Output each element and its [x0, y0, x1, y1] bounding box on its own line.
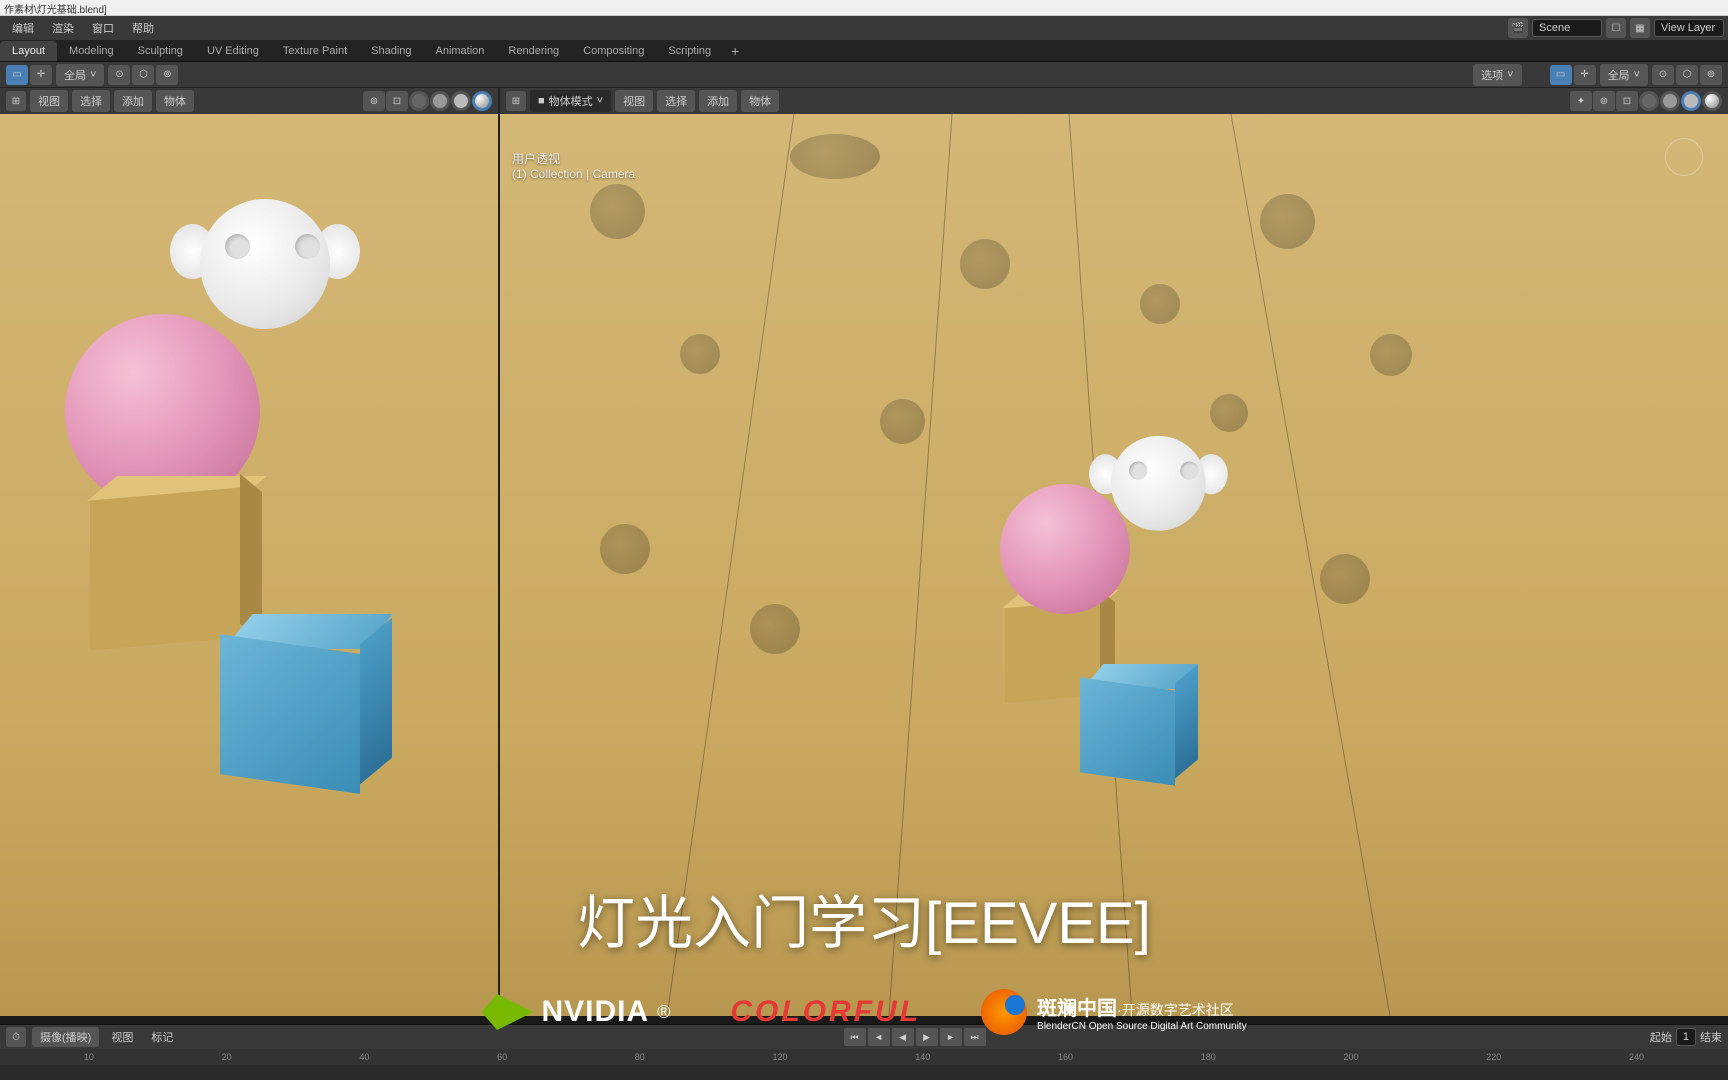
tab-animation[interactable]: Animation	[424, 41, 497, 61]
solid-shading-r-icon[interactable]	[1660, 91, 1680, 111]
colorful-logo: COLORFUL	[730, 995, 921, 1029]
tab-texture-paint[interactable]: Texture Paint	[271, 41, 359, 61]
blue-cube-mesh-r	[1080, 684, 1210, 804]
perspective-label: 用户透视	[512, 150, 635, 167]
sponsor-bar: NVIDIA® COLORFUL 斑斓中国·开源数字艺术社区 BlenderCN…	[0, 980, 1728, 1044]
tab-scripting[interactable]: Scripting	[656, 41, 723, 61]
options-dropdown[interactable]: 选项 ˅	[1473, 64, 1521, 86]
nvidia-logo: NVIDIA®	[481, 994, 670, 1030]
tab-modeling[interactable]: Modeling	[57, 41, 126, 61]
scene-browse-icon[interactable]: 🎬	[1508, 18, 1528, 38]
tab-sculpting[interactable]: Sculpting	[126, 41, 195, 61]
gizmo-toggle-icon[interactable]: ✦	[1570, 91, 1592, 111]
tab-shading[interactable]: Shading	[359, 41, 423, 61]
wireframe-shading-icon[interactable]	[409, 91, 429, 111]
snap-r-icon[interactable]: ⊙	[1652, 65, 1674, 85]
nvidia-eye-icon	[481, 994, 533, 1030]
scene-controls: 🎬 Scene ☐ ▦ View Layer	[1508, 18, 1724, 38]
select-tool-r-icon[interactable]: ▭	[1550, 65, 1572, 85]
menu-edit[interactable]: 编辑	[4, 17, 42, 39]
cursor-tool-r-icon[interactable]: ✛	[1574, 65, 1596, 85]
solid-shading-icon[interactable]	[430, 91, 450, 111]
main-toolbar: ▭ ✛ 全局 ˅ ⊙ ⬡ ⊚ 选项 ˅ ▭ ✛ 全局 ˅ ⊙ ⬡ ⊚	[0, 62, 1728, 88]
blendercn-logo: 斑斓中国·开源数字艺术社区 BlenderCN Open Source Digi…	[981, 989, 1247, 1035]
vp-l-add[interactable]: 添加	[114, 90, 152, 112]
tab-compositing[interactable]: Compositing	[571, 41, 656, 61]
xray-r-icon[interactable]: ⊡	[1616, 91, 1638, 111]
tutorial-title-overlay: 灯光入门学习[EEVEE]	[577, 876, 1151, 960]
suzanne-mesh-r	[1096, 425, 1227, 549]
tan-cube-mesh	[90, 494, 240, 654]
viewport-left-header: ⊞ 视图 选择 添加 物体 ⊚ ⊡	[0, 88, 498, 114]
nvidia-text: NVIDIA	[541, 995, 649, 1029]
snap-type-icon[interactable]: ⬡	[132, 65, 154, 85]
collection-label: (1) Collection | Camera	[512, 167, 635, 181]
transform-label: 全局	[64, 67, 86, 83]
vp-l-object[interactable]: 物体	[156, 90, 194, 112]
transform-orientation-r-dropdown[interactable]: 全局 ˅	[1600, 64, 1648, 86]
file-path: 作素材\灯光基础.blend]	[4, 5, 107, 16]
viewport-left[interactable]: ⊞ 视图 选择 添加 物体 ⊚ ⊡	[0, 88, 500, 1016]
tab-layout[interactable]: Layout	[0, 41, 57, 61]
viewlayer-name-input[interactable]: View Layer	[1654, 19, 1724, 37]
editor-type-icon[interactable]: ⊞	[6, 91, 26, 111]
vp-r-add[interactable]: 添加	[699, 90, 737, 112]
overlays-r-icon[interactable]: ⊚	[1593, 91, 1615, 111]
material-shading-icon[interactable]	[451, 91, 471, 111]
scene-name-input[interactable]: Scene	[1532, 19, 1602, 37]
vp-r-select[interactable]: 选择	[657, 90, 695, 112]
select-tool-icon[interactable]: ▭	[6, 65, 28, 85]
overlays-icon[interactable]: ⊚	[363, 91, 385, 111]
options-label: 选项	[1481, 67, 1503, 83]
new-scene-icon[interactable]: ☐	[1606, 18, 1626, 38]
viewport-right-header: ⊞ ■ 物体模式 ˅ 视图 选择 添加 物体 ✦ ⊚ ⊡	[500, 88, 1728, 114]
tab-uv-editing[interactable]: UV Editing	[195, 41, 271, 61]
rendered-shading-icon[interactable]	[472, 91, 492, 111]
vp-l-view[interactable]: 视图	[30, 90, 68, 112]
blue-cube-mesh	[220, 644, 390, 804]
viewlayer-browse-icon[interactable]: ▦	[1630, 18, 1650, 38]
vp-r-object[interactable]: 物体	[741, 90, 779, 112]
blendercn-subtitle: BlenderCN Open Source Digital Art Commun…	[1037, 1021, 1247, 1032]
menu-help[interactable]: 帮助	[124, 17, 162, 39]
proportional-icon[interactable]: ⊚	[156, 65, 178, 85]
menu-window[interactable]: 窗口	[84, 17, 122, 39]
cursor-tool-icon[interactable]: ✛	[30, 65, 52, 85]
workspace-tabs: Layout Modeling Sculpting UV Editing Tex…	[0, 40, 1728, 62]
transform-orientation-dropdown[interactable]: 全局 ˅	[56, 64, 104, 86]
snap-icon[interactable]: ⊙	[108, 65, 130, 85]
snap-type-r-icon[interactable]: ⬡	[1676, 65, 1698, 85]
xray-icon[interactable]: ⊡	[386, 91, 408, 111]
mode-dropdown[interactable]: ■ 物体模式 ˅	[530, 90, 611, 112]
add-workspace-button[interactable]: +	[723, 43, 747, 59]
timeline-ruler[interactable]: 10 20 40 60 80 120 140 160 180 200 220 2…	[0, 1049, 1728, 1065]
blendercn-icon	[981, 989, 1027, 1035]
material-shading-r-icon[interactable]	[1681, 91, 1701, 111]
menu-render[interactable]: 渲染	[44, 17, 82, 39]
viewport-info-overlay: 用户透视 (1) Collection | Camera	[512, 150, 635, 181]
rendered-shading-r-icon[interactable]	[1702, 91, 1722, 111]
proportional-r-icon[interactable]: ⊚	[1700, 65, 1722, 85]
scene-left-render	[0, 114, 498, 1016]
navigation-gizmo[interactable]	[1660, 133, 1708, 181]
tab-rendering[interactable]: Rendering	[496, 41, 571, 61]
wireframe-shading-r-icon[interactable]	[1639, 91, 1659, 111]
window-title-bar: 作素材\灯光基础.blend]	[0, 0, 1728, 16]
vp-r-view[interactable]: 视图	[615, 90, 653, 112]
main-menu-bar: 编辑 渲染 窗口 帮助 🎬 Scene ☐ ▦ View Layer	[0, 16, 1728, 40]
vp-l-select[interactable]: 选择	[72, 90, 110, 112]
editor-type-r-icon[interactable]: ⊞	[506, 91, 526, 111]
